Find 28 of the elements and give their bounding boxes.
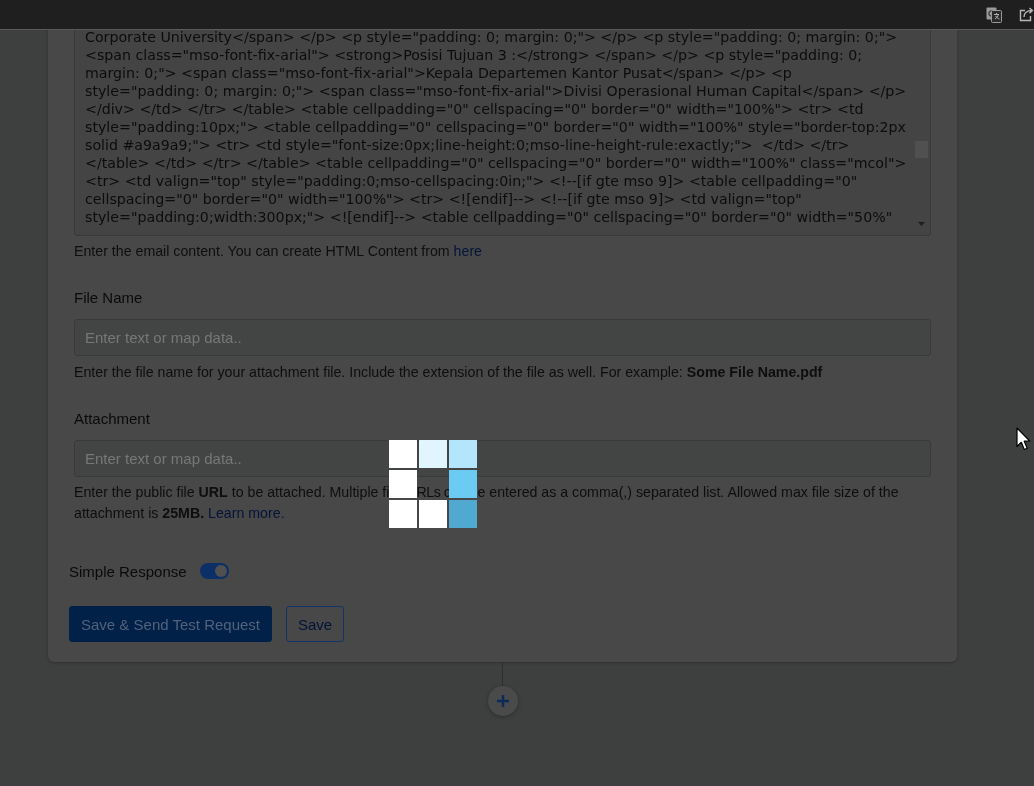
toggle-label: Simple Response: [69, 562, 187, 580]
learn-more-link[interactable]: Learn more.: [208, 505, 285, 521]
mouse-pointer-icon: [1016, 427, 1031, 451]
help-text: e entered as a comma(,) separated list. Allowed max file size of the: [477, 483, 899, 502]
loading-tile: [389, 470, 418, 498]
loading-tile: [449, 440, 478, 468]
html-content-field[interactable]: Corporate University</span> </p> <p style="padding: 0; margin: 0;"> </p> <p style="padding: 0; margin: 0;"> <span class="mso-font-fix-arial"> <strong>Posisi Tujuan 3 :</strong> </span> </p> <p style="padding: 0; margin: 0;"> <span class="mso-font-fix-arial">Kepala Departemen Kantor Pusat</span> </p> <p style="padding: 0; margin: 0;"> <span class="mso-font-fix-arial">Divisi Operasional Human Capital</span> </p> </div> </td> </tr> </table> <table cellpadding="0" cellspacing="0" border="0" width="100%"> <tr> <td style="padding:10px;"> <table cellpadding="0" cellspacing="0" border="0" width="100%" style="border-top:2px solid #a9a9a9;"> <tr> <td style="font-size:0px;line-height:0;mso-line-height-rule:exactly;"> </td> </tr> </table> </td> </tr> </table> <table cellpadding="0" cellspacing="0" border="0" width="100%" class="mcol"> <tr> <td valign="top" style="padding:0;mso-cellspacing:0in;"> <!--[if gte mso 9]> <table cellpadding="0" cellspacing="0" border="0" width="100%"> <tr> <![endif]--> <!--[if gte mso 9]> <td valign="top" style="padding:0;width:300px;"> <![endif]--> <table cellpadding="0" cellspacing="0" border="0" width="50%": [74, 30, 931, 236]
loading-tile: [389, 500, 418, 528]
toggle-switch[interactable]: [199, 563, 229, 579]
help-text: Enter the public file URL to be attached. Multiple fi: [74, 483, 390, 502]
add-step-button[interactable]: [487, 686, 518, 716]
loading-tile: [419, 440, 448, 468]
scroll-down-arrow-icon[interactable]: [918, 222, 925, 226]
save-button[interactable]: Save: [286, 606, 345, 642]
loading-tile: [419, 500, 448, 528]
field-label: Attachment: [74, 409, 151, 429]
help-text: Enter the file name for your attachment file. Include the extension of the file as well. For example: Some File Name.pdf: [74, 363, 824, 381]
loading-tile: [389, 440, 418, 468]
help-text: attachment is 25MB. Learn more.: [74, 504, 285, 523]
plus-icon: [496, 695, 509, 707]
loading-tile: [449, 500, 478, 528]
translate-icon[interactable]: [986, 6, 1002, 23]
send-test-request-button[interactable]: Save & Send Test Request: [69, 606, 272, 642]
share-icon[interactable]: [1019, 7, 1034, 22]
field-label: File Name: [74, 288, 144, 308]
help-text: Enter the email content. You can create HTML Content from here: [74, 242, 483, 260]
loading-tile: [449, 470, 478, 498]
create-html-link[interactable]: here: [453, 243, 482, 259]
